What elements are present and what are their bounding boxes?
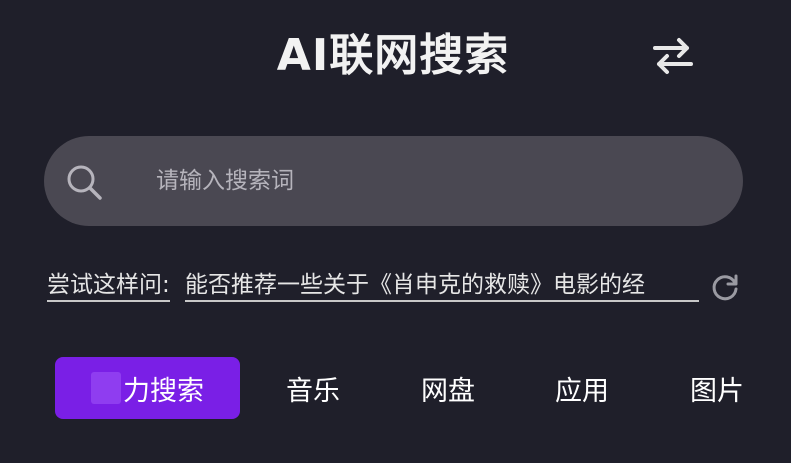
suggestion-prefix: 尝试这样问: [47, 270, 170, 302]
tab-label: 应用 [555, 375, 609, 407]
search-box[interactable] [44, 136, 743, 226]
refresh-icon [712, 274, 738, 301]
suggestion-link[interactable]: 能否推荐一些关于《肖申克的救赎》电影的经 [185, 270, 699, 302]
tab-cloud-drive[interactable]: 网盘 [403, 357, 493, 419]
tab-apps[interactable]: 应用 [537, 357, 627, 419]
swap-arrows-icon [653, 38, 693, 74]
tab-label: 音乐 [286, 375, 340, 407]
tab-search[interactable]: 力搜索 [55, 357, 240, 419]
tab-label: 力搜索 [123, 375, 204, 407]
swap-button[interactable] [648, 34, 698, 78]
tab-label: 图片 [690, 375, 744, 407]
refresh-button[interactable] [707, 270, 743, 304]
tab-images[interactable]: 图片 [672, 357, 762, 419]
search-input[interactable] [156, 158, 716, 204]
masked-text-block [91, 372, 121, 404]
search-icon [67, 165, 102, 200]
suggestion-row: 尝试这样问: 能否推荐一些关于《肖申克的救赎》电影的经 [47, 270, 747, 304]
tab-music[interactable]: 音乐 [268, 357, 358, 419]
category-tabs: 力搜索 音乐 网盘 应用 图片 [0, 357, 791, 419]
tab-label: 网盘 [421, 375, 475, 407]
